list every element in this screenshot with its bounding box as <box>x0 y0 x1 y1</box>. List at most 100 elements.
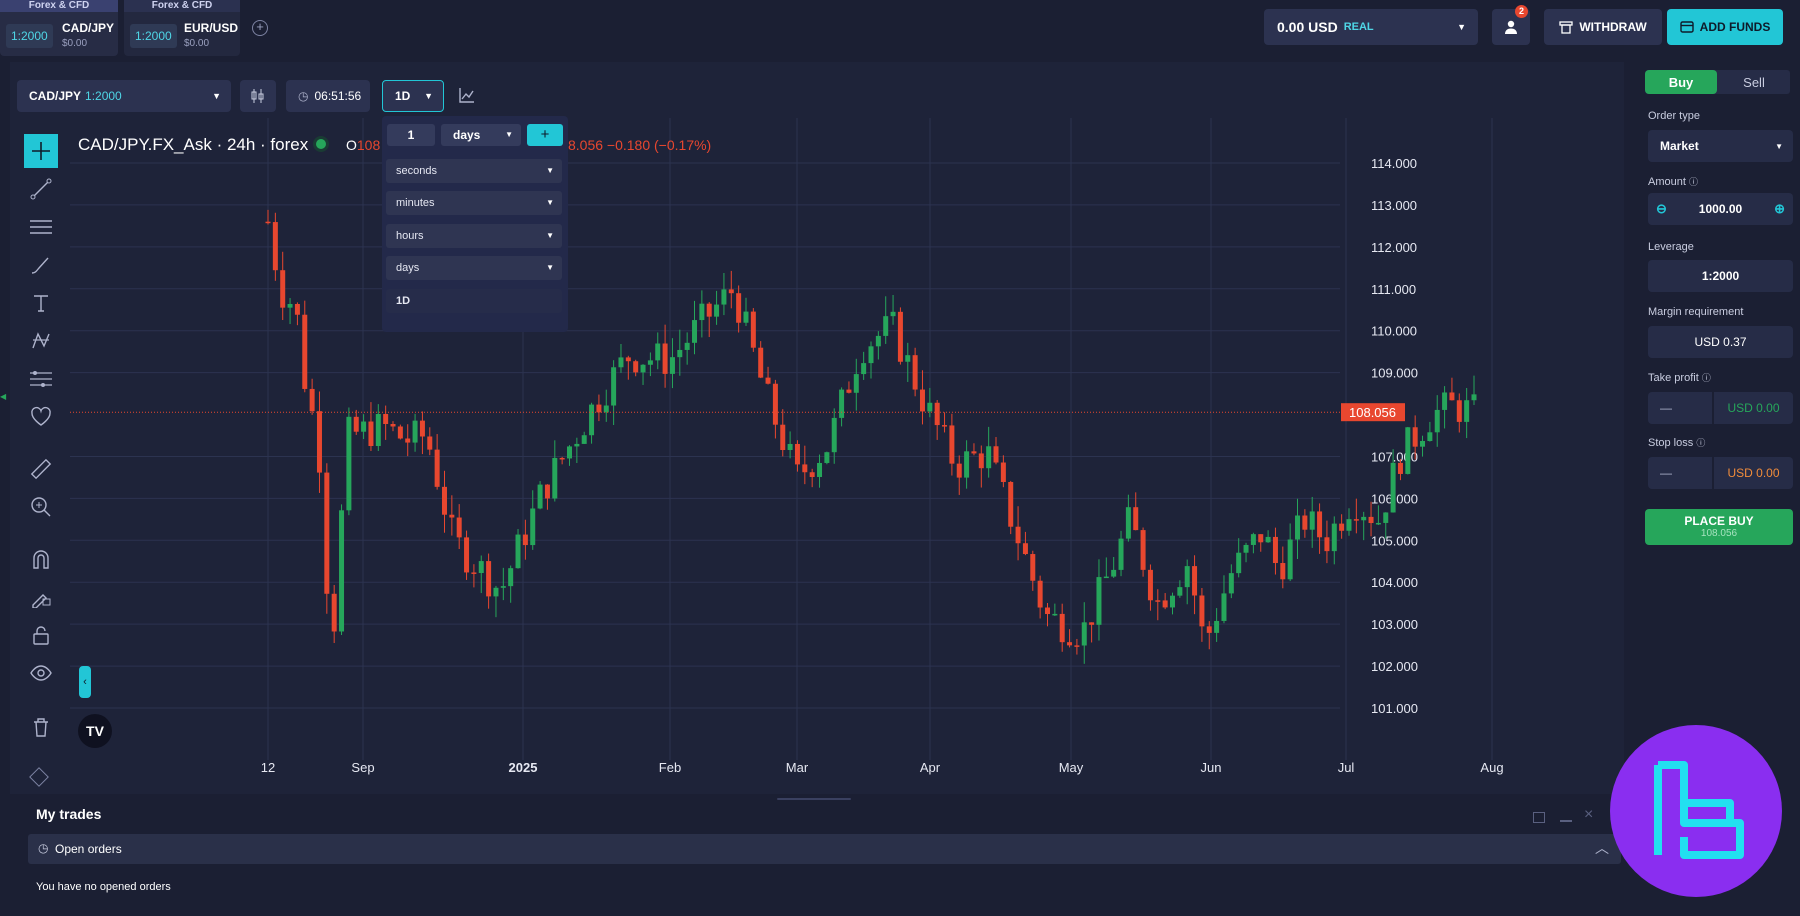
stop-loss-value[interactable]: USD 0.00 <box>1714 457 1793 489</box>
ruler-icon[interactable] <box>24 452 58 486</box>
candle-body <box>721 289 727 305</box>
candle-body <box>714 304 720 317</box>
open-prefix: O <box>346 137 357 153</box>
collapse-panel-icon[interactable] <box>1560 820 1572 822</box>
interval-unit-select[interactable]: days ▼ <box>441 124 521 146</box>
profile-button[interactable]: 2 <box>1492 5 1530 45</box>
text-icon[interactable] <box>24 286 58 320</box>
minus-circle-icon[interactable]: ⊖ <box>1656 201 1667 217</box>
candle-body <box>1155 600 1161 602</box>
interval-select[interactable]: 1D ▼ <box>382 80 444 112</box>
collapse-toolbar-handle[interactable]: ‹ <box>79 666 91 698</box>
y-tick-label: 101.000 <box>1371 701 1418 716</box>
interval-option-minutes[interactable]: minutes ▼ <box>386 191 562 215</box>
candle-body <box>1375 522 1381 525</box>
symbol-select[interactable]: CAD/JPY 1:2000 ▼ <box>17 80 231 112</box>
forecast-icon[interactable] <box>24 362 58 396</box>
chevron-down-icon: ▼ <box>424 91 433 101</box>
amount-input[interactable]: ⊖ 1000.00 ⊕ <box>1648 193 1793 225</box>
candle-body <box>1250 534 1256 545</box>
candle-body <box>1147 569 1153 601</box>
candle-body <box>1383 512 1389 523</box>
candle-body <box>611 367 617 406</box>
add-funds-button[interactable]: ADD FUNDS <box>1667 9 1783 45</box>
candle-body <box>302 314 308 389</box>
interval-count-input[interactable]: 1 <box>387 124 435 146</box>
take-profit-toggle[interactable]: — <box>1648 392 1712 424</box>
candle-body <box>1008 481 1014 527</box>
instrument-tab-eurusd[interactable]: Forex & CFD 1:2000 EUR/USD $0.00 <box>124 0 240 56</box>
candle-body <box>522 534 528 546</box>
add-interval-button[interactable]: + <box>527 124 563 146</box>
y-tick-label: 114.000 <box>1371 156 1417 171</box>
heart-icon[interactable] <box>24 400 58 434</box>
resize-handle[interactable] <box>777 798 851 800</box>
account-balance-select[interactable]: 0.00 USD REAL ▼ <box>1264 9 1478 45</box>
interval-option-days[interactable]: days ▼ <box>386 256 562 280</box>
candle-body <box>942 425 948 427</box>
trash-icon[interactable] <box>24 710 58 744</box>
candle-body <box>1317 511 1323 538</box>
candle-body <box>861 363 867 375</box>
interval-option-hours[interactable]: hours ▼ <box>386 224 562 248</box>
open-orders-header[interactable]: ◷ Open orders ︿ <box>28 834 1621 864</box>
take-profit-value[interactable]: USD 0.00 <box>1714 392 1793 424</box>
candle-body <box>537 484 543 509</box>
x-tick-label: Aug <box>1480 760 1503 775</box>
info-icon: ⓘ <box>1701 373 1711 383</box>
fib-icon[interactable] <box>24 210 58 244</box>
leverage-select[interactable]: 1:2000 <box>1648 260 1793 292</box>
eye-icon[interactable] <box>24 656 58 690</box>
withdraw-button[interactable]: WITHDRAW <box>1544 9 1662 45</box>
candle-body <box>831 417 837 453</box>
symbol-leverage: 1:2000 <box>85 89 122 103</box>
plus-circle-icon[interactable]: ⊕ <box>1774 201 1785 217</box>
interval-option-seconds[interactable]: seconds ▼ <box>386 159 562 183</box>
info-icon: ⓘ <box>1688 177 1698 187</box>
lock-draw-icon[interactable] <box>24 580 58 614</box>
crosshair-icon[interactable] <box>24 134 58 168</box>
candle-body <box>1067 642 1073 646</box>
tradingview-logo-icon[interactable]: TV <box>78 714 112 748</box>
candle-body <box>1125 507 1131 539</box>
chart-type-icon[interactable] <box>458 86 476 104</box>
candle-body <box>692 320 698 343</box>
zoom-in-icon[interactable] <box>24 490 58 524</box>
candle-body <box>493 587 499 597</box>
candle-body <box>471 572 477 574</box>
candle-body <box>1177 587 1183 596</box>
candle-body <box>530 508 536 546</box>
candle-body <box>1287 539 1293 580</box>
sell-tab[interactable]: Sell <box>1719 70 1789 94</box>
candle-body <box>787 443 793 451</box>
candle-body <box>1081 622 1087 646</box>
lock-icon[interactable] <box>24 618 58 652</box>
stop-loss-toggle[interactable]: — <box>1648 457 1712 489</box>
minimize-panel-icon[interactable] <box>1533 812 1545 823</box>
tab-symbol: CAD/JPY <box>62 21 115 35</box>
candle-body <box>1339 523 1345 531</box>
instrument-tab-cadjpy[interactable]: Forex & CFD 1:2000 CAD/JPY $0.00 <box>0 0 118 56</box>
x-tick-label: Mar <box>786 760 809 775</box>
trend-line-icon[interactable] <box>24 172 58 206</box>
price-chart[interactable]: 114.000 113.000 112.000 111.000 110.000 109.0… <box>70 118 1610 780</box>
interval-unit-label: days <box>453 128 481 142</box>
candle-body <box>986 446 992 469</box>
pattern-icon[interactable] <box>24 324 58 358</box>
magnet-icon[interactable] <box>24 542 58 576</box>
indicators-button[interactable] <box>240 80 276 112</box>
close-icon[interactable]: × <box>1584 806 1593 824</box>
interval-selected-item[interactable]: 1D <box>386 289 562 313</box>
candle-body <box>750 311 756 348</box>
order-type-select[interactable]: Market ▼ <box>1648 130 1793 162</box>
brush-icon[interactable] <box>24 248 58 282</box>
candle-body <box>1089 622 1095 625</box>
chevron-up-icon: ︿ <box>1595 840 1609 856</box>
side-expand-icon[interactable]: ◀ <box>0 392 6 402</box>
chevron-down-icon: ▼ <box>1775 141 1783 151</box>
buy-tab[interactable]: Buy <box>1645 70 1717 94</box>
add-tab-icon[interactable]: + <box>252 20 268 36</box>
candle-body <box>809 472 815 477</box>
candle-body <box>1397 462 1403 474</box>
place-buy-button[interactable]: PLACE BUY 108.056 <box>1645 509 1793 545</box>
